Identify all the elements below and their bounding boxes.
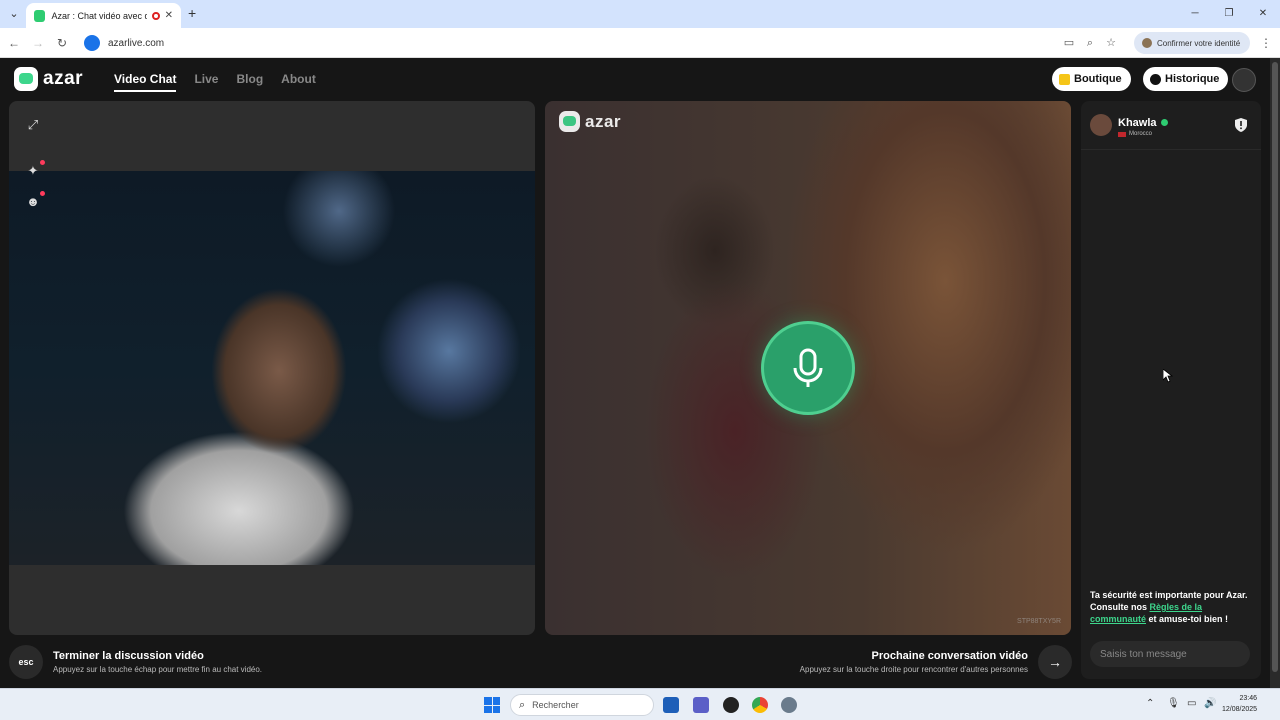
- remote-video-panel: azar STP88TXY5R: [545, 101, 1071, 635]
- boutique-button[interactable]: Boutique: [1052, 67, 1131, 91]
- tab-title: Azar : Chat vidéo avec de n: [51, 10, 146, 21]
- close-tab-icon[interactable]: ✕: [165, 10, 173, 21]
- nav-about[interactable]: About: [281, 72, 316, 92]
- user-avatar[interactable]: [1232, 68, 1256, 92]
- nav-blog[interactable]: Blog: [236, 72, 263, 92]
- back-arrow-icon[interactable]: ←: [6, 35, 22, 51]
- local-video-panel: ⤢ ✦ ☻: [9, 101, 535, 635]
- bookmark-star-icon[interactable]: ☆: [1104, 36, 1118, 50]
- browser-menu-icon[interactable]: ⋮: [1260, 36, 1272, 50]
- remote-logo-text: azar: [585, 111, 622, 131]
- main-nav: Video Chat Live Blog About: [114, 72, 316, 92]
- forward-arrow-icon[interactable]: →: [30, 35, 46, 51]
- peer-divider: [1081, 149, 1261, 150]
- teams-app-icon[interactable]: [693, 697, 709, 713]
- next-chat-arrow-button[interactable]: →: [1038, 645, 1072, 679]
- browser-tab[interactable]: Azar : Chat vidéo avec de n ✕: [26, 3, 181, 28]
- media-app-icon[interactable]: [723, 697, 739, 713]
- session-watermark: STP88TXY5R: [1017, 618, 1061, 625]
- network-icon[interactable]: ▭: [1187, 698, 1196, 709]
- local-camera-feed: [9, 171, 535, 565]
- safety-notice: Ta sécurité est importante pour Azar. Co…: [1090, 589, 1256, 625]
- volume-icon[interactable]: 🔊: [1204, 698, 1216, 709]
- chrome-app-icon[interactable]: [752, 697, 768, 713]
- confirm-identity-button[interactable]: Confirmer votre identité: [1134, 32, 1250, 54]
- browser-toolbar: ← → ↻ azarlive.com ▭ ⌕ ☆ Confirmer votre…: [0, 28, 1280, 58]
- microphone-icon: [793, 348, 823, 387]
- azar-logo-icon: [14, 67, 38, 91]
- mouse-cursor-icon: [1163, 369, 1173, 383]
- azar-logo-icon: [559, 111, 580, 132]
- browser-tabbar: ⌄ Azar : Chat vidéo avec de n ✕ + ─ ❐ ✕: [0, 0, 1280, 28]
- historique-button[interactable]: Historique: [1143, 67, 1229, 91]
- address-bar[interactable]: azarlive.com: [80, 32, 1130, 54]
- remote-azar-logo: azar: [559, 111, 621, 132]
- windows-start-icon[interactable]: [484, 697, 500, 713]
- cast-icon[interactable]: ▭: [1062, 36, 1076, 50]
- confirm-identity-label: Confirmer votre identité: [1157, 38, 1241, 48]
- site-info-icon[interactable]: [84, 35, 100, 51]
- page-scrollbar[interactable]: [1270, 58, 1280, 688]
- effects-notification-dot: [40, 160, 45, 165]
- taskbar-search-label: Rechercher: [532, 700, 579, 710]
- report-shield-icon[interactable]: [1235, 118, 1247, 132]
- filter-notification-dot: [40, 191, 45, 196]
- tab-search-chevron-icon[interactable]: ⌄: [6, 6, 22, 22]
- settings-gear-icon[interactable]: [781, 697, 797, 713]
- profile-avatar-icon: [1142, 38, 1152, 48]
- azar-logo[interactable]: azar: [14, 67, 83, 91]
- expand-icon[interactable]: ⤢: [21, 113, 45, 137]
- mic-tray-icon[interactable]: 🎙: [1167, 698, 1180, 709]
- clock-time: 23:46: [1239, 695, 1258, 702]
- maximize-icon[interactable]: ❐: [1212, 0, 1246, 28]
- close-window-icon[interactable]: ✕: [1246, 0, 1280, 28]
- nav-video-chat[interactable]: Video Chat: [114, 72, 177, 92]
- safety-text-2: et amuse-toi bien !: [1146, 614, 1229, 624]
- gem-icon: [1059, 73, 1070, 85]
- message-input[interactable]: [1090, 641, 1250, 667]
- historique-label: Historique: [1165, 73, 1220, 85]
- clock-icon: [1150, 73, 1161, 85]
- azar-app: azar Video Chat Live Blog About Boutique…: [0, 58, 1280, 688]
- peer-info[interactable]: Khawla Morocco: [1090, 113, 1168, 137]
- new-tab-button[interactable]: +: [188, 5, 196, 21]
- nav-live[interactable]: Live: [194, 72, 218, 92]
- verified-badge-icon: [1160, 119, 1168, 126]
- store-app-icon[interactable]: [663, 697, 679, 713]
- next-chat-hint: Appuyez sur la touche droite pour rencon…: [799, 665, 1028, 674]
- next-chat-title: Prochaine conversation vidéo: [871, 650, 1029, 662]
- minimize-icon[interactable]: ─: [1178, 0, 1212, 28]
- recording-indicator-icon: [151, 11, 160, 20]
- microphone-button[interactable]: [761, 321, 855, 415]
- boutique-label: Boutique: [1074, 73, 1122, 85]
- morocco-flag-icon: [1118, 131, 1126, 137]
- azar-logo-text: azar: [43, 68, 84, 89]
- tray-chevron-icon[interactable]: ⌃: [1146, 698, 1154, 709]
- reload-icon[interactable]: ↻: [54, 35, 70, 51]
- zoom-icon[interactable]: ⌕: [1083, 36, 1097, 50]
- peer-name: Khawla: [1118, 117, 1157, 129]
- peer-country: Morocco: [1129, 131, 1153, 137]
- end-chat-esc-button[interactable]: esc: [9, 645, 43, 679]
- end-chat-hint: Appuyez sur la touche échap pour mettre …: [53, 665, 263, 674]
- taskbar-clock[interactable]: 23:46 12/08/2025: [1222, 693, 1257, 715]
- url-text: azarlive.com: [108, 37, 165, 49]
- azar-favicon-icon: [34, 9, 46, 22]
- end-chat-title: Terminer la discussion vidéo: [53, 650, 204, 662]
- peer-avatar: [1090, 114, 1112, 136]
- clock-date: 12/08/2025: [1222, 706, 1258, 713]
- windows-taskbar: ⌕ Rechercher ⌃ 🎙 ▭ 🔊 23:46 12/08/2025: [0, 688, 1280, 720]
- search-icon: ⌕: [519, 698, 526, 711]
- chat-panel: Khawla Morocco Ta sécurité est important…: [1081, 101, 1261, 679]
- window-controls: ─ ❐ ✕: [1178, 0, 1280, 28]
- taskbar-search[interactable]: ⌕ Rechercher: [510, 694, 654, 716]
